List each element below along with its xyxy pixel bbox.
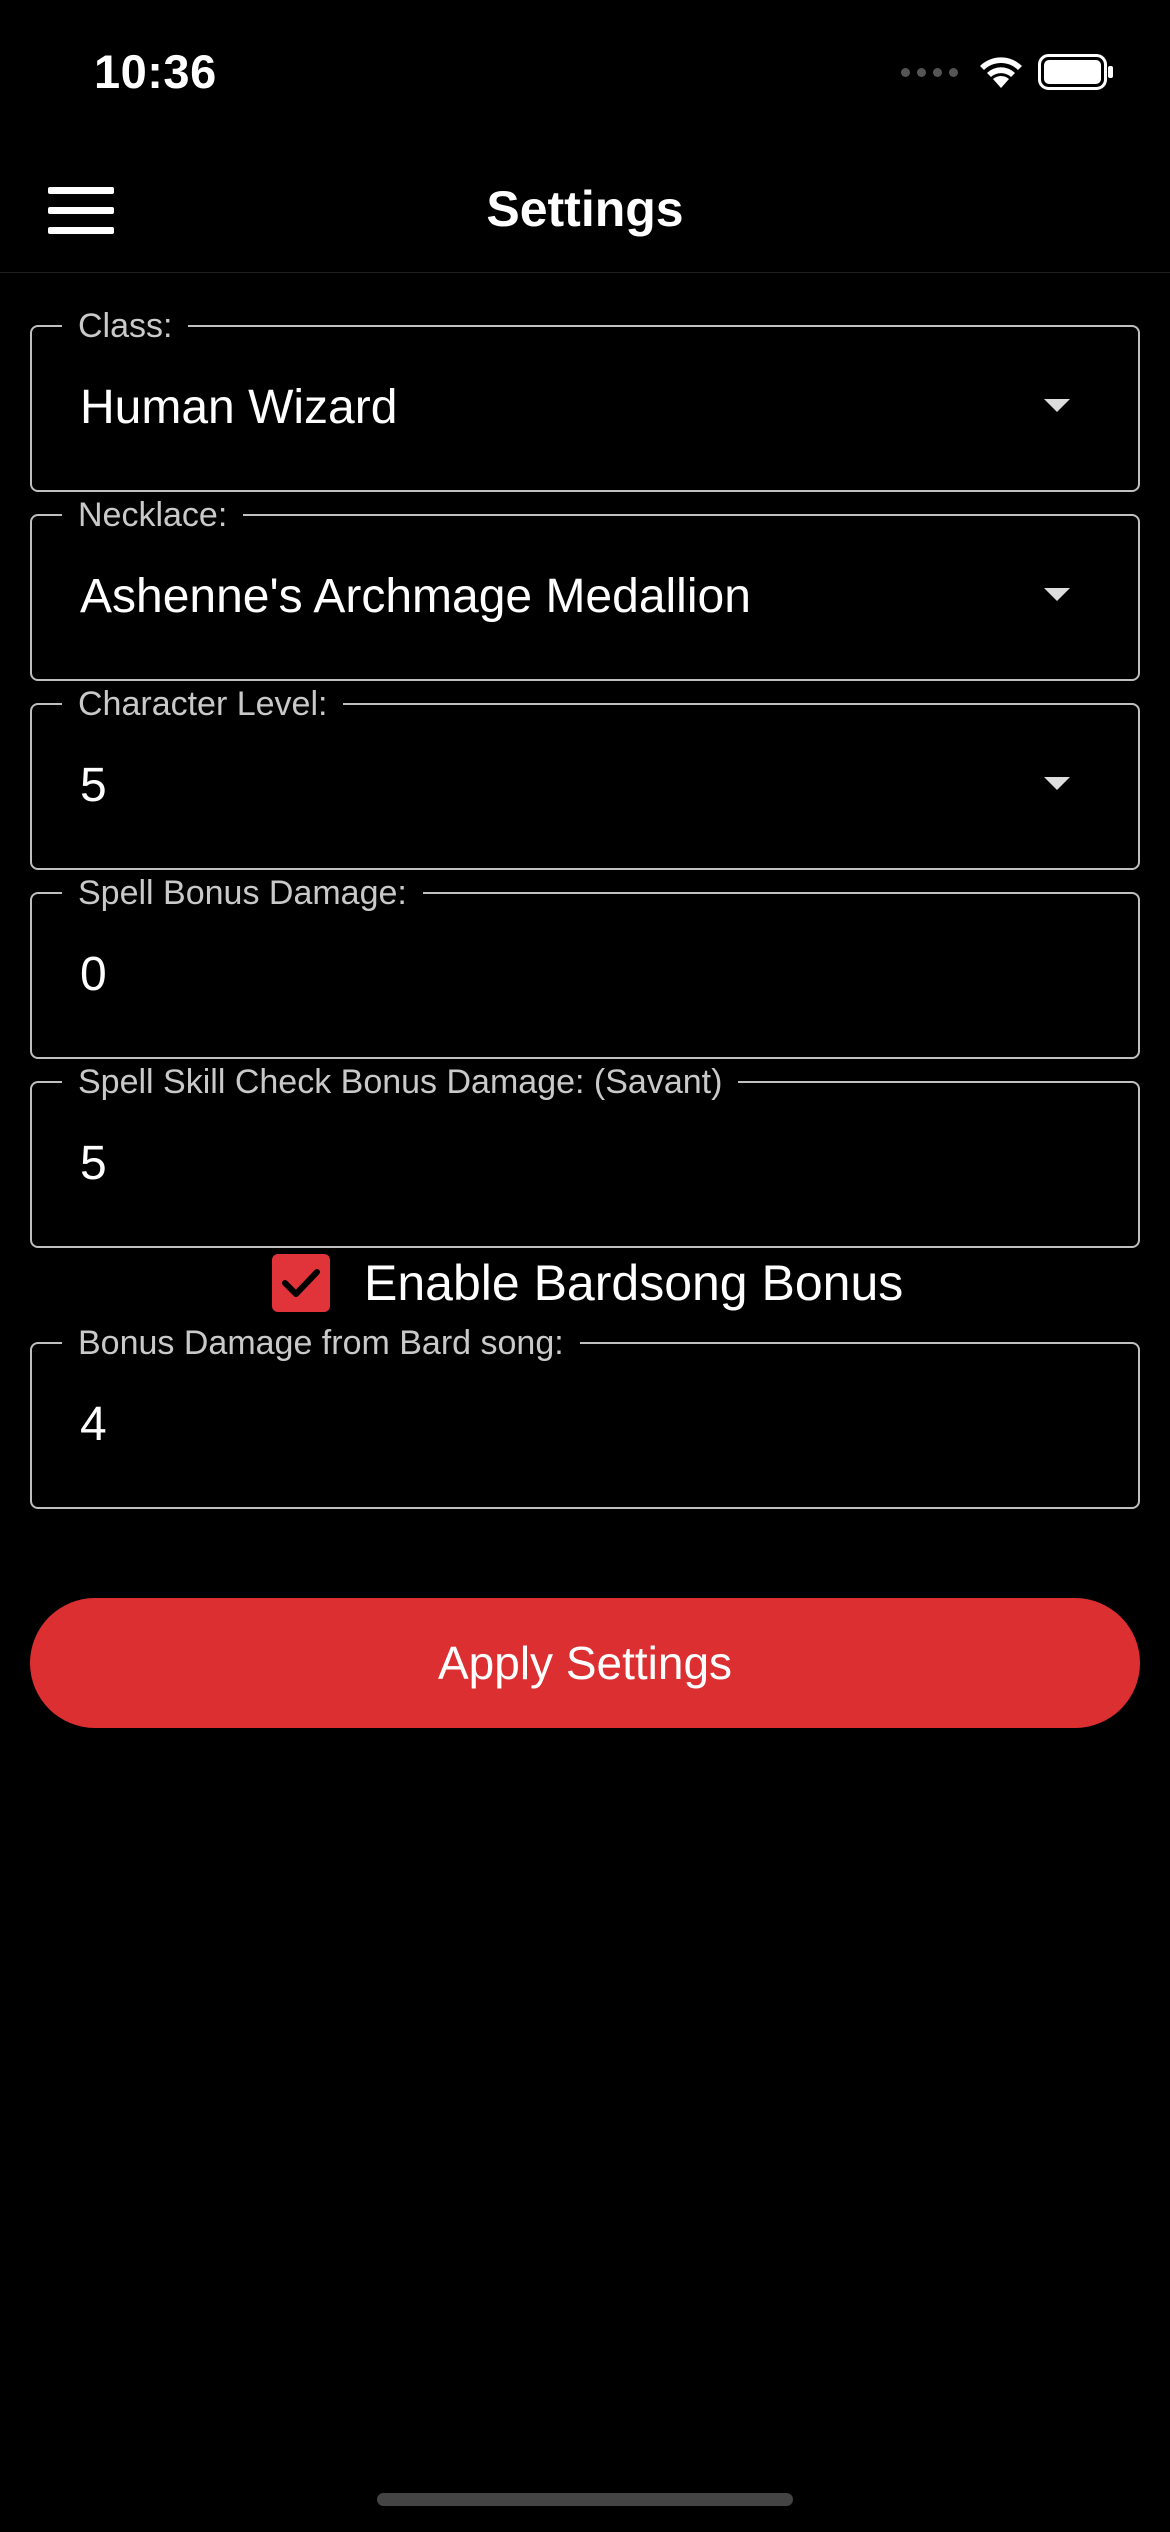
status-time: 10:36: [94, 45, 217, 98]
home-indicator: [377, 2493, 793, 2506]
checkmark-icon: [282, 1269, 320, 1297]
necklace-dropdown[interactable]: Necklace: Ashenne's Archmage Medallion: [30, 492, 1140, 681]
cellular-signal-icon: [901, 67, 958, 77]
spell-bonus-damage-field[interactable]: Spell Bonus Damage: 0: [30, 870, 1140, 1059]
class-value: Human Wizard: [80, 381, 398, 434]
spell-bonus-damage-label: Spell Bonus Damage:: [62, 870, 423, 916]
bard-song-damage-label: Bonus Damage from Bard song:: [62, 1320, 580, 1366]
dropdown-arrow-icon: [1044, 588, 1070, 601]
app-header: Settings: [0, 150, 1170, 273]
bard-song-damage-field[interactable]: Bonus Damage from Bard song: 4: [30, 1320, 1140, 1509]
class-dropdown[interactable]: Class: Human Wizard: [30, 303, 1140, 492]
bardsong-checkbox[interactable]: [272, 1254, 330, 1312]
spell-skill-check-bonus-value[interactable]: 5: [80, 1127, 107, 1201]
battery-icon: [1038, 54, 1113, 90]
spell-bonus-damage-value[interactable]: 0: [80, 938, 107, 1012]
necklace-label: Necklace:: [62, 492, 244, 538]
bardsong-checkbox-label: Enable Bardsong Bonus: [364, 1255, 904, 1311]
page-title: Settings: [486, 181, 684, 237]
class-label: Class:: [62, 303, 189, 349]
bard-song-damage-value[interactable]: 4: [80, 1388, 107, 1462]
spell-skill-check-bonus-field[interactable]: Spell Skill Check Bonus Damage: (Savant)…: [30, 1059, 1140, 1248]
character-level-value: 5: [80, 759, 107, 812]
necklace-value: Ashenne's Archmage Medallion: [80, 570, 751, 623]
bardsong-checkbox-row[interactable]: Enable Bardsong Bonus: [272, 1254, 903, 1312]
character-level-label: Character Level:: [62, 681, 344, 727]
spell-skill-check-bonus-label: Spell Skill Check Bonus Damage: (Savant): [62, 1059, 739, 1105]
dropdown-arrow-icon: [1044, 777, 1070, 790]
wifi-icon: [980, 57, 1022, 88]
dropdown-arrow-icon: [1044, 399, 1070, 412]
character-level-dropdown[interactable]: Character Level: 5: [30, 681, 1140, 870]
apply-settings-button[interactable]: Apply Settings: [30, 1598, 1140, 1728]
status-icons: [901, 54, 1114, 90]
